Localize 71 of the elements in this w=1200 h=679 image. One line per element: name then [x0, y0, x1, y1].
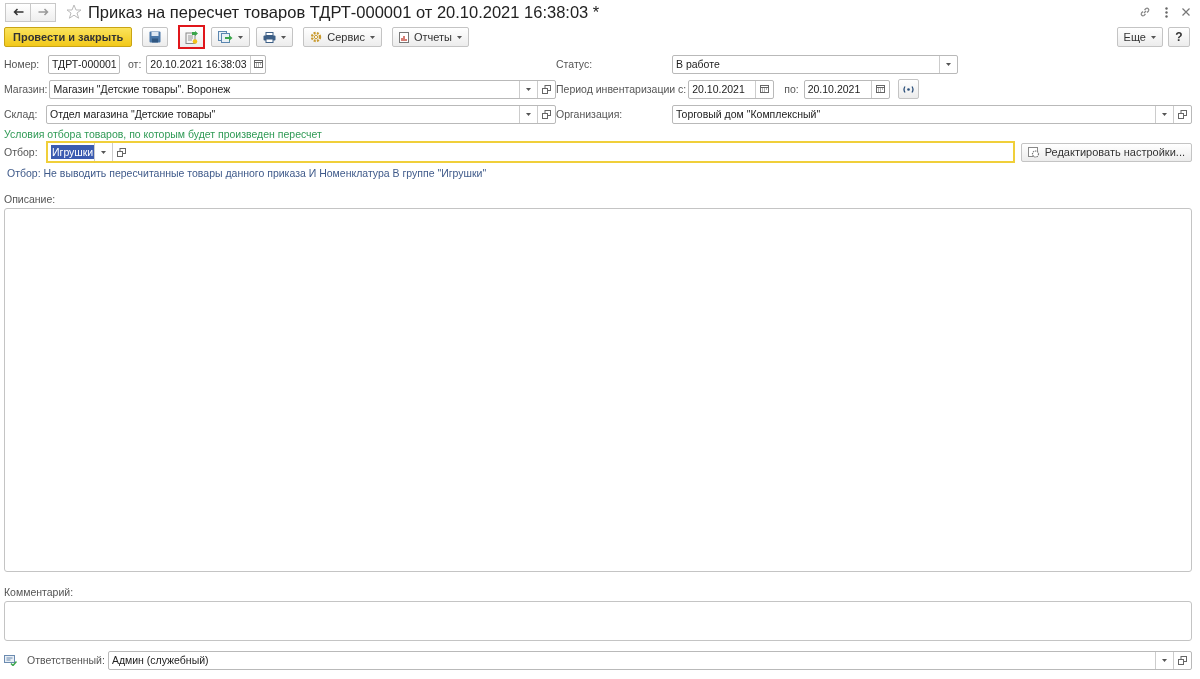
caret-icon	[238, 35, 244, 39]
save-button[interactable]	[142, 27, 169, 47]
more-menu-button[interactable]: Еще	[1116, 27, 1163, 47]
field-label: по:	[784, 83, 799, 95]
create-based-on-button[interactable]	[211, 27, 251, 47]
input-field[interactable]: 20.10.2021	[688, 79, 775, 99]
caret-icon	[1151, 35, 1156, 39]
caret-icon	[946, 62, 951, 66]
help-button[interactable]: ?	[1168, 27, 1190, 47]
gear-icon	[310, 31, 323, 43]
reports-menu-button[interactable]: Отчеты	[391, 27, 469, 47]
field-label: Статус:	[556, 58, 594, 70]
period-button[interactable]	[897, 79, 919, 99]
user-edit-icon	[4, 654, 17, 666]
caret-icon	[369, 35, 375, 39]
filter-summary: Отбор: Не выводить пересчитанные товары данного приказа И Номенклатура В группе "Игрушки"	[6, 166, 488, 181]
calendar-icon	[760, 85, 770, 93]
calendar-button[interactable]	[249, 55, 266, 73]
field-label: Склад:	[4, 108, 39, 120]
caret-icon	[457, 35, 462, 39]
printer-icon	[263, 31, 277, 43]
caret-icon	[281, 35, 287, 39]
field-label: от:	[128, 58, 142, 70]
caret-icon	[1162, 112, 1167, 116]
field-label: Отбор:	[4, 146, 39, 158]
post-and-close-button[interactable]: Провести и закрыть	[4, 27, 133, 47]
open-window-icon	[117, 147, 127, 157]
field-label: Номер:	[4, 58, 41, 70]
close-icon[interactable]	[1182, 8, 1190, 16]
field-label: Период инвентаризации с:	[556, 83, 688, 95]
back-button[interactable]	[5, 2, 31, 22]
star-icon[interactable]	[66, 4, 82, 20]
post-button[interactable]	[178, 25, 206, 49]
save-icon	[149, 31, 162, 43]
calendar-icon	[875, 85, 885, 93]
link-icon[interactable]	[1139, 6, 1151, 18]
field-label: Магазин:	[4, 83, 49, 95]
caret-icon	[526, 112, 531, 116]
edit-settings-button[interactable]: Редактировать настройки...	[1020, 142, 1192, 162]
calendar-icon	[253, 60, 263, 68]
field-label: Организация:	[556, 108, 624, 120]
caret-icon	[101, 150, 107, 154]
input-field[interactable]: ТДРТ-000001	[48, 54, 120, 74]
back-arrow-icon	[12, 8, 24, 16]
field-label: Описание:	[4, 192, 57, 206]
print-button[interactable]	[256, 27, 294, 47]
input-field[interactable]: 20.10.2021 16:38:03	[146, 54, 267, 74]
open-window-icon	[1178, 109, 1187, 119]
input-field[interactable]: Торговый дом "Комплексный"	[672, 104, 1192, 124]
input-field[interactable]: Магазин "Детские товары". Воронеж	[49, 79, 556, 99]
open-window-icon	[542, 109, 551, 119]
input-field[interactable]: Отдел магазина "Детские товары"	[46, 104, 556, 124]
caret-icon	[1162, 658, 1167, 662]
open-window-icon	[1178, 655, 1187, 665]
input-field[interactable]: Админ (служебный)	[107, 650, 1192, 670]
caret-icon	[526, 87, 531, 91]
input-field[interactable]: В работе	[672, 54, 958, 74]
settings-icon	[1027, 146, 1040, 158]
input-field[interactable]: 20.10.2021	[803, 79, 890, 99]
report-icon	[398, 31, 409, 43]
input-field[interactable]: Игрушки	[46, 141, 1015, 163]
window-title: Приказ на пересчет товаров ТДРТ-000001 от 20.10.2021 16:38:03 *	[88, 2, 600, 22]
signal-icon	[902, 85, 914, 93]
selected-text: Игрушки	[51, 145, 95, 159]
field-label: Комментарий:	[4, 585, 75, 599]
open-window-icon	[542, 84, 551, 94]
section-hint: Условия отбора товаров, по которым будет произведен пересчет	[4, 127, 323, 141]
forward-arrow-icon	[37, 8, 49, 16]
service-menu-button[interactable]: Сервис	[303, 27, 382, 47]
field-label: Ответственный:	[27, 654, 105, 666]
more-vertical-icon[interactable]	[1165, 6, 1168, 18]
